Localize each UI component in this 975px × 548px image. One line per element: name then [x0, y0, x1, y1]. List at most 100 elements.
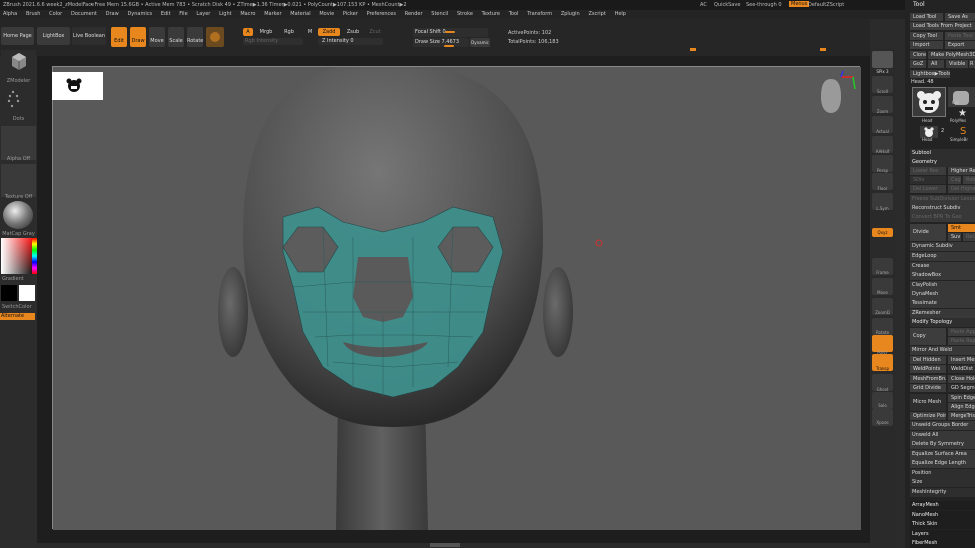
- move-mode-button[interactable]: Move: [149, 27, 165, 47]
- r-button[interactable]: R: [969, 60, 975, 68]
- primary-color-swatch[interactable]: [1, 285, 17, 301]
- menu-zscript[interactable]: Zscript: [588, 10, 605, 19]
- spix-button[interactable]: [872, 51, 893, 68]
- optimize-points-button[interactable]: Optimize Points: [910, 412, 946, 420]
- export-button[interactable]: Export: [945, 41, 975, 49]
- ac-label[interactable]: AC: [700, 2, 707, 8]
- layers-section[interactable]: Layers: [910, 530, 975, 539]
- rgb-intensity-slider[interactable]: Rgb Intensity: [243, 38, 303, 45]
- z-intensity-slider[interactable]: Z Intensity 0: [318, 38, 383, 45]
- merge-tris-button[interactable]: MergeTris: [948, 412, 975, 420]
- see-through-slider[interactable]: See-through 0: [746, 2, 782, 8]
- freeze-subdivision-button[interactable]: Freeze SubDivision Levels: [910, 195, 975, 204]
- delete-by-symmetry-button[interactable]: Delete By Symmetry: [910, 440, 975, 449]
- menu-transform[interactable]: Transform: [527, 10, 552, 19]
- copy-button[interactable]: Copy: [910, 328, 946, 345]
- cage-button[interactable]: Cage: [948, 176, 961, 184]
- zadd-toggle[interactable]: Zadd: [318, 28, 340, 36]
- import-button[interactable]: Import: [910, 41, 943, 49]
- menu-brush[interactable]: Brush: [26, 10, 40, 19]
- insert-mesh-button[interactable]: Insert Mesh: [948, 356, 975, 364]
- menu-edit[interactable]: Edit: [161, 10, 171, 19]
- position-section[interactable]: Position: [910, 469, 975, 478]
- a-toggle[interactable]: A: [243, 28, 253, 36]
- rgb-toggle[interactable]: Rgb: [281, 28, 297, 36]
- edit-mode-button[interactable]: Edit: [111, 27, 127, 47]
- goz-button[interactable]: GoZ: [910, 60, 926, 68]
- menu-marker[interactable]: Marker: [264, 10, 281, 19]
- home-page-button[interactable]: Home Page: [1, 27, 34, 45]
- menu-color[interactable]: Color: [49, 10, 62, 19]
- lightbox-tools-button[interactable]: Lightbox▶Tools: [910, 70, 950, 78]
- nanomesh-section[interactable]: NanoMesh: [910, 511, 975, 520]
- all-button[interactable]: All: [928, 60, 944, 68]
- unweld-groups-border-button[interactable]: Unweld Groups Border: [910, 421, 975, 430]
- menu-picker[interactable]: Picker: [343, 10, 358, 19]
- menu-file[interactable]: File: [179, 10, 187, 19]
- menu-render[interactable]: Render: [405, 10, 423, 19]
- micro-mesh-button[interactable]: Micro Mesh: [910, 394, 946, 411]
- arraymesh-section[interactable]: ArrayMesh: [910, 501, 975, 510]
- material-sphere-button[interactable]: [206, 27, 224, 47]
- equalize-edge-length-button[interactable]: Equalize Edge Length: [910, 459, 975, 468]
- clone-button[interactable]: Clone: [910, 51, 926, 59]
- weld-dist-slider[interactable]: WeldDist 1: [948, 365, 975, 373]
- close-holes-button[interactable]: Close Holes: [948, 375, 975, 383]
- menu-draw[interactable]: Draw: [106, 10, 119, 19]
- fibermesh-section[interactable]: FiberMesh: [910, 539, 975, 548]
- equalize-surface-area-button[interactable]: Equalize Surface Area: [910, 450, 975, 459]
- menu-material[interactable]: Material: [290, 10, 310, 19]
- menu-macro[interactable]: Macro: [240, 10, 255, 19]
- menu-stroke[interactable]: Stroke: [457, 10, 473, 19]
- live-boolean-button[interactable]: Live Boolean: [72, 27, 106, 45]
- del-lower-button[interactable]: Del Lower: [910, 185, 946, 193]
- divide-button[interactable]: Divide: [910, 224, 946, 241]
- bottom-scroll-handle[interactable]: [430, 543, 460, 547]
- stroke-dots-button[interactable]: [1, 86, 36, 114]
- document-canvas[interactable]: [52, 62, 861, 530]
- save-as-button[interactable]: Save As: [945, 13, 975, 21]
- menu-stencil[interactable]: Stencil: [431, 10, 448, 19]
- menu-movie[interactable]: Movie: [319, 10, 334, 19]
- gd-segments-slider[interactable]: GD Segments: [948, 384, 975, 392]
- size-section[interactable]: Size: [910, 478, 975, 487]
- load-tools-from-project-button[interactable]: Load Tools From Project: [910, 22, 975, 30]
- alpha-button[interactable]: [1, 126, 36, 160]
- scale-mode-button[interactable]: Scale: [168, 27, 184, 47]
- draw-size-slider[interactable]: Draw Size 7.4673: [413, 38, 469, 47]
- dynamesh-button[interactable]: DynaMesh: [910, 290, 975, 299]
- geometry-section[interactable]: Geometry: [910, 158, 975, 167]
- grid-divide-button[interactable]: Grid Divide: [910, 384, 946, 392]
- mesh-integrity-section[interactable]: MeshIntegrity: [910, 488, 975, 497]
- secondary-color-swatch[interactable]: [19, 285, 35, 301]
- visible-button[interactable]: Visible: [946, 60, 968, 68]
- dynamic-subdiv-button[interactable]: Dynamic Subdiv: [910, 242, 975, 251]
- menu-dynamics[interactable]: Dynamics: [127, 10, 152, 19]
- menu-document[interactable]: Document: [71, 10, 97, 19]
- zcut-toggle[interactable]: Zcut: [367, 28, 383, 36]
- menus-button[interactable]: Menus: [789, 1, 810, 7]
- shadowbox-button[interactable]: ShadowBox: [910, 271, 975, 280]
- del-higher-button[interactable]: Del Higher: [948, 185, 975, 193]
- alternate-button[interactable]: Alternate: [0, 313, 35, 320]
- mirror-and-weld-button[interactable]: Mirror And Weld: [910, 346, 975, 355]
- switch-color-label[interactable]: SwitchColor: [1, 304, 36, 310]
- edgeloop-button[interactable]: EdgeLoop: [910, 252, 975, 261]
- reconstruct-subdiv-button[interactable]: Reconstruct Subdiv: [910, 204, 975, 213]
- dynamic-toggle[interactable]: Dynamic: [470, 38, 490, 47]
- paste-tool-button[interactable]: Paste Tool: [945, 32, 975, 40]
- spin-edge-button[interactable]: Spin Edge: [948, 394, 975, 402]
- lower-res-button[interactable]: Lower Res: [910, 167, 946, 175]
- suv-toggle[interactable]: Suv: [948, 233, 961, 241]
- del-hidden-button[interactable]: Del Hidden: [910, 356, 946, 364]
- m-toggle[interactable]: M: [306, 28, 314, 36]
- tool-thumb-head[interactable]: [912, 87, 946, 117]
- head-model[interactable]: [53, 62, 861, 530]
- claypolish-button[interactable]: ClayPolish: [910, 281, 975, 290]
- lightbox-button[interactable]: LightBox: [37, 27, 70, 45]
- align-edge-button[interactable]: Align Edge: [948, 403, 975, 411]
- load-tool-button[interactable]: Load Tool: [910, 13, 943, 21]
- reuv-toggle[interactable]: ReUV: [963, 233, 975, 241]
- make-polymesh3d-button[interactable]: Make PolyMesh3D: [928, 51, 975, 59]
- menu-preferences[interactable]: Preferences: [367, 10, 396, 19]
